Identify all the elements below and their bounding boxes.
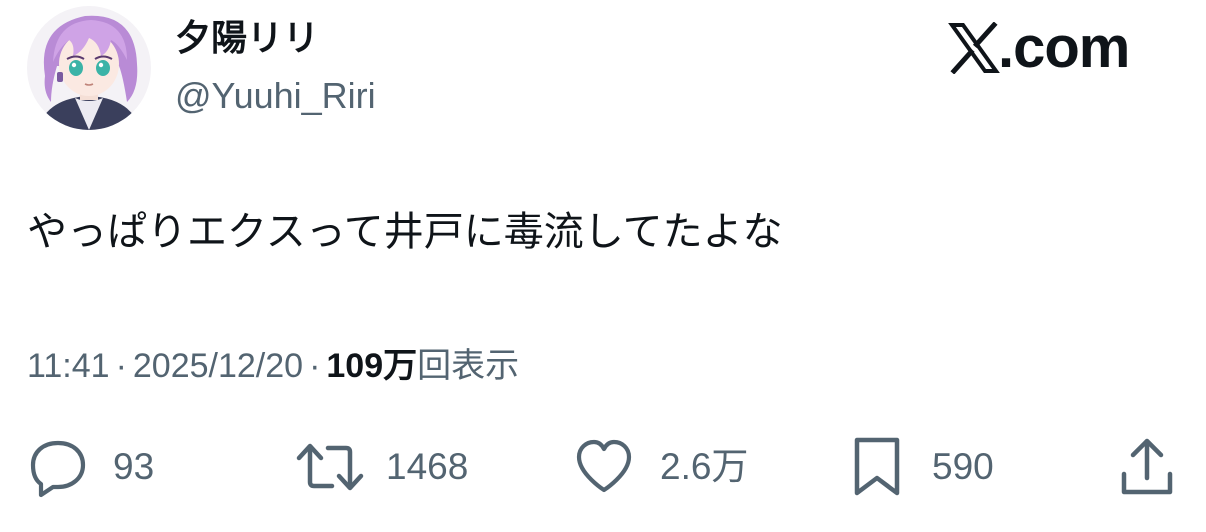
action-bar: 93 1468 2.6万 590 [0,432,1206,502]
avatar-image [27,6,151,130]
user-handle[interactable]: @Yuuhi_Riri [175,72,376,120]
repost-icon [296,443,364,491]
post-meta: 11:41 · 2025/12/20 · 109万回表示 [27,342,519,390]
like-button[interactable]: 2.6万 [574,432,748,502]
reply-button[interactable]: 93 [27,432,154,502]
post-date[interactable]: 2025/12/20 [133,347,303,385]
bookmark-button[interactable]: 590 [852,432,994,502]
display-name[interactable]: 夕陽リリ [175,14,319,64]
repost-button[interactable]: 1468 [296,432,468,502]
repost-count: 1468 [386,446,469,487]
bookmark-icon [854,437,900,496]
post-time[interactable]: 11:41 [27,347,110,385]
reply-icon [30,440,86,498]
meta-separator: · [309,347,321,385]
reply-count: 93 [113,446,155,487]
post-card: 夕陽リリ @Yuuhi_Riri .com やっぱりエクスって井戸に毒流してたよ… [0,0,1206,532]
x-logo-icon [948,22,1000,74]
views-count: 109万 [326,347,418,385]
brand-logo: .com [948,15,1130,80]
like-count: 2.6万 [660,446,749,487]
share-icon [1121,438,1173,495]
share-button[interactable] [1118,432,1176,502]
avatar[interactable] [27,6,151,130]
bookmark-count: 590 [932,446,994,487]
meta-separator: · [115,347,127,385]
post-text: やっぱりエクスって井戸に毒流してたよな [27,209,783,255]
heart-icon [576,439,632,493]
brand-domain-text: .com [998,15,1130,80]
views-label: 回表示 [417,347,520,385]
